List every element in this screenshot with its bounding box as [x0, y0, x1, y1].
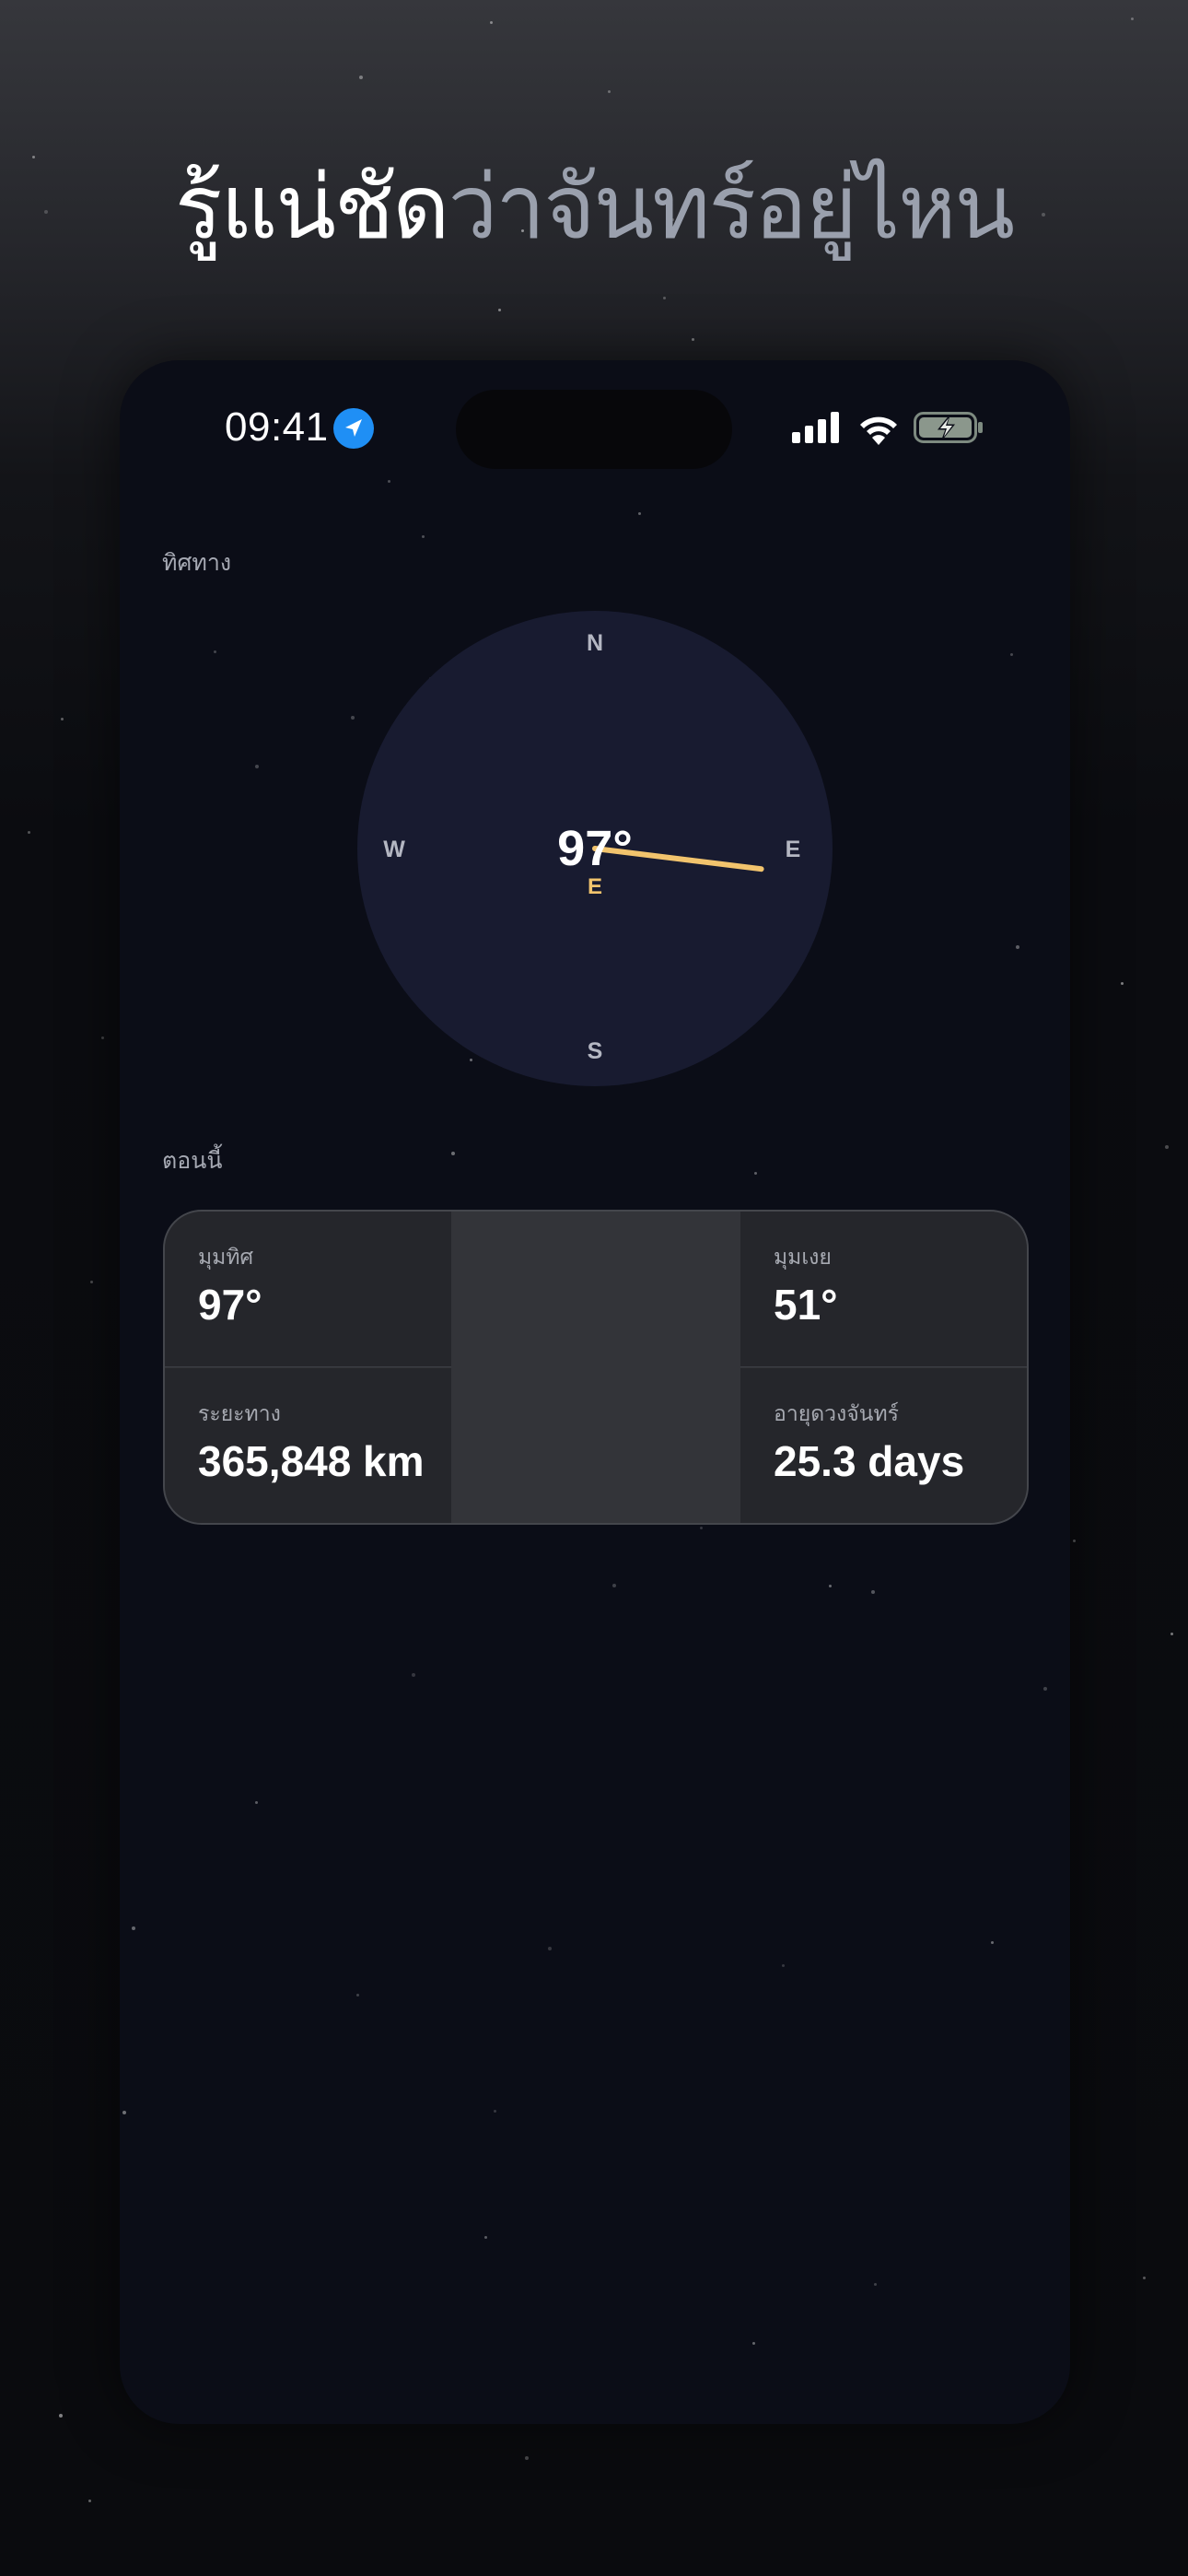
- compass-heading-cardinal: E: [588, 874, 602, 899]
- stat-distance-value: 365,848 km: [198, 1437, 425, 1485]
- star: [663, 297, 666, 299]
- direction-section-label: ทิศทาง: [162, 549, 232, 576]
- compass: N E S W 97° E: [357, 611, 833, 1086]
- headline-dim-text: ว่าจันทร์อยู่ไหน: [448, 156, 1015, 259]
- location-arrow-icon: [333, 408, 374, 449]
- star: [871, 1590, 875, 1594]
- star: [874, 2283, 877, 2286]
- star: [782, 1964, 785, 1967]
- star: [1016, 945, 1019, 949]
- phone-screen: 09:41 ทิศทาง N E S W 97° E ตอนนี้ มุมทิศ…: [120, 360, 1070, 2424]
- star: [132, 1926, 135, 1930]
- cellular-signal-icon: [792, 412, 839, 443]
- star: [28, 831, 30, 834]
- battery-charging-icon: [914, 412, 983, 443]
- star: [351, 716, 355, 720]
- stat-elevation-value: 51°: [774, 1281, 838, 1329]
- star: [612, 1584, 616, 1587]
- star: [412, 1673, 415, 1677]
- star: [608, 90, 611, 93]
- star: [451, 1152, 455, 1155]
- star: [700, 1527, 703, 1529]
- stat-elevation-label: มุมเงย: [774, 1246, 832, 1270]
- star: [754, 1172, 757, 1175]
- stat-elevation: มุมเงย 51°: [740, 1212, 1027, 1366]
- star: [692, 338, 694, 341]
- compass-south-label: S: [588, 1038, 603, 1064]
- star: [88, 2500, 91, 2502]
- star: [255, 765, 259, 768]
- star: [991, 1941, 994, 1944]
- stat-azimuth: มุมทิศ 97°: [165, 1212, 451, 1366]
- compass-west-label: W: [383, 837, 405, 862]
- star: [1131, 18, 1134, 20]
- stat-distance-label: ระยะทาง: [198, 1402, 281, 1426]
- star: [1043, 1687, 1047, 1691]
- star: [122, 2111, 126, 2114]
- star: [61, 718, 64, 720]
- star: [359, 76, 363, 79]
- star: [1143, 2277, 1146, 2279]
- star: [829, 1585, 832, 1587]
- star: [101, 1036, 104, 1039]
- compass-heading-degrees: 97°: [557, 821, 633, 876]
- status-time: 09:41: [225, 404, 329, 450]
- star: [638, 512, 641, 515]
- star: [388, 480, 390, 483]
- stat-moon-age-label: อายุดวงจันทร์: [774, 1402, 900, 1426]
- app-store-screenshot: รู้แน่ชัดว่าจันทร์อยู่ไหน 09:41 ทิศทาง N…: [0, 0, 1188, 2576]
- star: [1073, 1540, 1076, 1542]
- star: [255, 1801, 258, 1804]
- star: [494, 2110, 496, 2113]
- stat-row-divider-left: [165, 1366, 451, 1367]
- star: [490, 21, 493, 24]
- star: [484, 2236, 487, 2239]
- compass-east-label: E: [786, 837, 801, 862]
- star: [548, 1947, 552, 1950]
- star: [356, 1994, 359, 1996]
- star: [90, 1281, 93, 1283]
- headline-bright-text: รู้แน่ชัด: [174, 156, 450, 259]
- star: [1010, 653, 1013, 656]
- moon-stats-card: มุมทิศ 97° มุมเงย 51° ระยะทาง 365,848 km…: [163, 1210, 1029, 1525]
- stat-azimuth-label: มุมทิศ: [198, 1246, 254, 1270]
- star: [214, 650, 216, 653]
- marketing-headline: รู้แน่ชัดว่าจันทร์อยู่ไหน: [0, 147, 1188, 267]
- stat-distance: ระยะทาง 365,848 km: [165, 1368, 451, 1523]
- stat-azimuth-value: 97°: [198, 1281, 262, 1329]
- star: [525, 2456, 529, 2460]
- dynamic-island: [456, 390, 732, 469]
- star: [422, 535, 425, 538]
- stat-moon-age: อายุดวงจันทร์ 25.3 days: [740, 1368, 1027, 1523]
- star: [1165, 1145, 1169, 1149]
- wifi-icon: [860, 416, 897, 445]
- now-section-label: ตอนนี้: [162, 1147, 223, 1174]
- star: [59, 2414, 63, 2418]
- stat-moon-age-value: 25.3 days: [774, 1437, 965, 1485]
- compass-north-label: N: [587, 630, 603, 656]
- star: [1121, 982, 1124, 985]
- star: [498, 309, 501, 311]
- star: [752, 2342, 755, 2345]
- stat-row-divider-right: [740, 1366, 1027, 1367]
- star: [1171, 1633, 1173, 1635]
